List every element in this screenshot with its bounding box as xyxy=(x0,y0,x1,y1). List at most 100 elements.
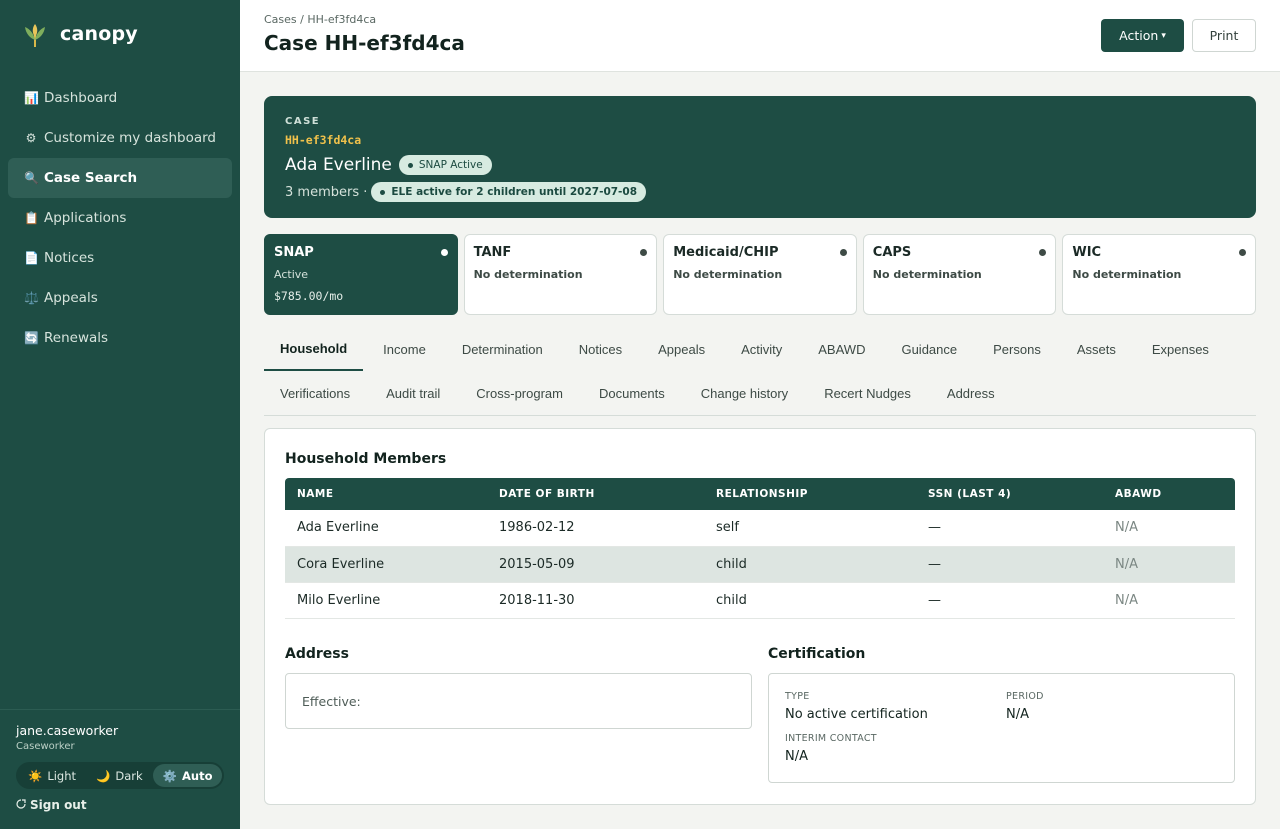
cell-ssn: — xyxy=(916,546,1103,583)
ele-badge: ELE active for 2 children until 2027-07-… xyxy=(371,182,647,202)
cell-name: Ada Everline xyxy=(285,510,487,547)
clipboard-icon: 📋 xyxy=(24,211,39,225)
user-role: Caseworker xyxy=(16,741,75,752)
column-header-name[interactable]: NAME xyxy=(285,478,487,510)
program-status: No determination xyxy=(673,268,783,281)
theme-light-label: Light xyxy=(47,768,77,783)
sidebar-item-renewals[interactable]: 🔄 Renewals xyxy=(8,318,232,358)
program-card-caps[interactable]: CAPS No determination xyxy=(862,234,1057,315)
cert-period-value: N/A xyxy=(1006,707,1029,722)
tab-income[interactable]: Income xyxy=(367,328,442,371)
theme-dark-button[interactable]: 🌙 Dark xyxy=(86,764,153,787)
user-name: jane.caseworker xyxy=(16,723,119,738)
sidebar-item-label: Case Search xyxy=(44,170,138,186)
members-count: 3 members · xyxy=(285,184,368,200)
column-header-ssn[interactable]: SSN (LAST 4) xyxy=(916,478,1103,510)
sidebar-footer: jane.caseworker Caseworker ☀️ Light 🌙 Da… xyxy=(0,709,240,825)
cell-dob: 1986-02-12 xyxy=(487,510,704,547)
cell-relationship: self xyxy=(704,510,916,547)
brand-name: canopy xyxy=(60,23,138,45)
brand[interactable]: canopy xyxy=(22,20,138,48)
sidebar-item-notices[interactable]: 📄 Notices xyxy=(8,238,232,278)
breadcrumb[interactable]: Cases / HH-ef3fd4ca xyxy=(264,13,376,26)
sidebar-item-label: Dashboard xyxy=(44,90,118,106)
program-name: Medicaid/CHIP xyxy=(673,245,779,260)
tab-persons[interactable]: Persons xyxy=(977,328,1057,371)
program-card-tanf[interactable]: TANF No determination xyxy=(463,234,658,315)
tab-notices[interactable]: Notices xyxy=(563,328,638,371)
tab-guidance[interactable]: Guidance xyxy=(885,328,973,371)
status-badge-label: SNAP Active xyxy=(418,159,483,171)
tab-address[interactable]: Address xyxy=(931,372,1011,415)
document-icon: 📄 xyxy=(24,251,39,265)
table-row[interactable]: Milo Everline 2018-11-30 child — N/A xyxy=(285,582,1235,619)
sun-icon: ☀️ xyxy=(28,768,43,783)
tab-documents[interactable]: Documents xyxy=(583,372,681,415)
sidebar-item-label: Customize my dashboard xyxy=(44,130,216,146)
table-row[interactable]: Ada Everline 1986-02-12 self — N/A xyxy=(285,510,1235,547)
cell-ssn: — xyxy=(916,582,1103,619)
ele-dot-icon xyxy=(380,189,386,195)
program-status: No determination xyxy=(1072,268,1182,281)
theme-auto-button[interactable]: ⚙️ Auto xyxy=(152,764,223,787)
program-amount: $785.00/mo xyxy=(274,289,344,303)
sidebar-item-label: Applications xyxy=(44,210,127,226)
address-title: Address xyxy=(285,646,349,662)
sidebar-item-label: Renewals xyxy=(44,330,109,346)
tab-recert-nudges[interactable]: Recert Nudges xyxy=(808,372,927,415)
case-eyebrow: CASE xyxy=(285,116,321,127)
tab-cross-program[interactable]: Cross-program xyxy=(460,372,579,415)
program-card-wic[interactable]: WIC No determination xyxy=(1062,234,1256,315)
sidebar-item-label: Appeals xyxy=(44,290,98,306)
magnifier-icon: 🔍 xyxy=(24,171,39,185)
status-dot-icon xyxy=(407,162,413,168)
tab-activity[interactable]: Activity xyxy=(725,328,798,371)
status-badge: SNAP Active xyxy=(398,155,492,175)
action-button[interactable]: Action ▾ xyxy=(1101,19,1184,52)
sidebar-item-dashboard[interactable]: 📊 Dashboard xyxy=(8,78,232,118)
sidebar-item-applications[interactable]: 📋 Applications xyxy=(8,198,232,238)
cell-ssn: — xyxy=(916,510,1103,547)
program-status: Active xyxy=(274,268,309,281)
case-banner: CASE HH-ef3fd4ca Ada Everline SNAP Activ… xyxy=(264,96,1256,218)
sidebar-item-appeals[interactable]: ⚖️ Appeals xyxy=(8,278,232,318)
theme-dark-label: Dark xyxy=(115,768,143,783)
program-card-snap[interactable]: SNAP Active $785.00/mo xyxy=(264,234,458,315)
program-name: WIC xyxy=(1072,245,1102,260)
sidebar-item-case-search[interactable]: 🔍 Case Search xyxy=(8,158,232,198)
sidebar-item-label: Notices xyxy=(44,250,95,266)
tab-verifications[interactable]: Verifications xyxy=(264,372,366,415)
tab-determination[interactable]: Determination xyxy=(446,328,559,371)
column-header-dob[interactable]: DATE OF BIRTH xyxy=(487,478,704,510)
cell-abawd: N/A xyxy=(1103,510,1235,547)
theme-auto-label: Auto xyxy=(181,768,213,783)
print-button[interactable]: Print xyxy=(1192,19,1256,52)
case-head-name: Ada Everline xyxy=(285,155,392,175)
tab-appeals[interactable]: Appeals xyxy=(642,328,721,371)
tab-assets[interactable]: Assets xyxy=(1061,328,1132,371)
ele-badge-label: ELE active for 2 children until 2027-07-… xyxy=(391,186,638,198)
theme-light-button[interactable]: ☀️ Light xyxy=(18,764,86,787)
tab-household[interactable]: Household xyxy=(264,328,364,371)
sidebar-item-customize-dashboard[interactable]: ⚙ Customize my dashboard xyxy=(8,118,232,158)
cert-interim-label: INTERIM CONTACT xyxy=(785,733,877,744)
program-name: TANF xyxy=(473,245,512,260)
cell-abawd: N/A xyxy=(1103,546,1235,583)
cert-type-label: TYPE xyxy=(785,691,810,702)
cell-abawd: N/A xyxy=(1103,582,1235,619)
tab-audit-trail[interactable]: Audit trail xyxy=(370,372,456,415)
tab-change-history[interactable]: Change history xyxy=(685,372,804,415)
table-row[interactable]: Cora Everline 2015-05-09 child — N/A xyxy=(285,546,1235,583)
certification-title: Certification xyxy=(768,646,866,662)
program-card-medicaid-chip[interactable]: Medicaid/CHIP No determination xyxy=(663,234,857,315)
tab-abawd[interactable]: ABAWD xyxy=(802,328,881,371)
cell-relationship: child xyxy=(704,582,916,619)
column-header-relationship[interactable]: RELATIONSHIP xyxy=(704,478,916,510)
program-status: No determination xyxy=(872,268,982,281)
sign-out-link[interactable]: Sign out xyxy=(16,798,224,812)
column-header-abawd[interactable]: ABAWD xyxy=(1103,478,1235,510)
case-id: HH-ef3fd4ca xyxy=(285,133,362,147)
tab-expenses[interactable]: Expenses xyxy=(1136,328,1225,371)
sign-out-label: Sign out xyxy=(30,798,87,812)
case-tabs: Household Income Determination Notices A… xyxy=(264,328,1256,416)
